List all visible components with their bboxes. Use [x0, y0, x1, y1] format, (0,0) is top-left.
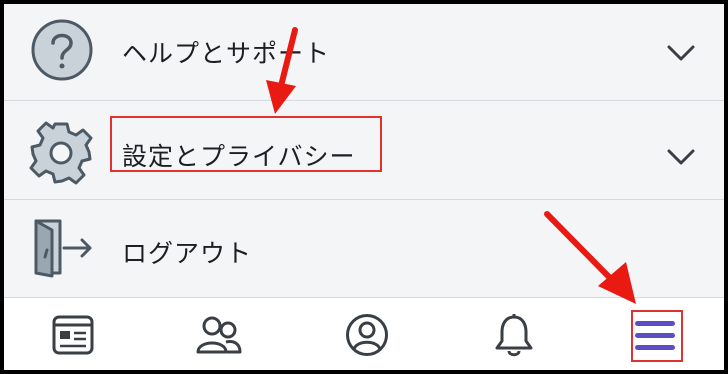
annotation-arrows	[266, 27, 636, 304]
arrow-to-menu-tab	[544, 211, 636, 304]
arrow-to-settings	[266, 27, 298, 114]
app-screen: ヘルプとサポート 設定とプライバシー ログアウト	[4, 4, 724, 370]
